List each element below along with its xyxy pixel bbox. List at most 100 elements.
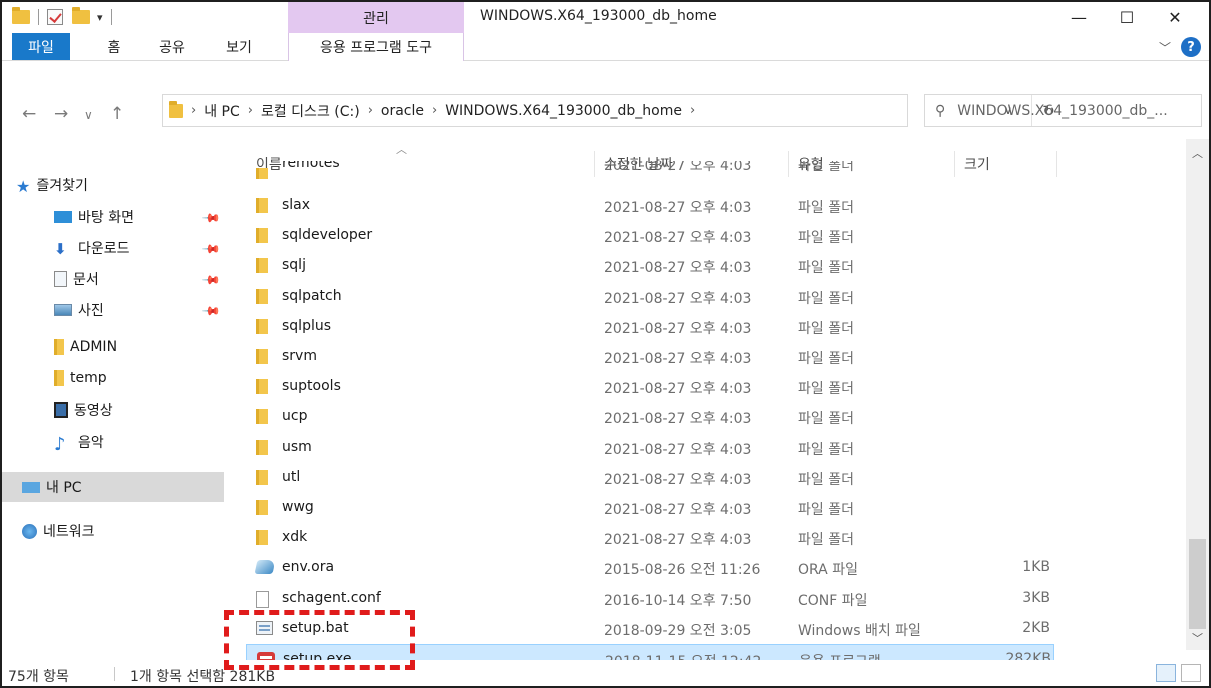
file-type: Windows 배치 파일 [798,622,921,639]
nav-label: 문서 [73,272,99,288]
close-button[interactable]: ✕ [1150,2,1200,33]
table-row[interactable]: remotes 2021-08-27 오후 4:03 파일 폴더 [246,161,1054,179]
file-name: schagent.conf [282,589,381,606]
folder-icon [256,318,272,335]
chevron-right-icon[interactable]: › [368,103,373,118]
folder-icon[interactable] [12,7,30,24]
large-icons-view-icon[interactable] [1181,664,1201,682]
sidebar-item-temp[interactable]: temp [54,363,224,393]
folder-icon [256,530,272,546]
videos-icon [54,402,68,418]
expand-ribbon-icon[interactable]: ﹀ [1159,39,1171,56]
nav-label: 내 PC [46,480,82,496]
folder-icon [256,379,272,395]
sidebar-item-videos[interactable]: 동영상 [54,395,224,425]
nav-this-pc[interactable]: 내 PC [2,472,224,502]
customize-toolbar-icon[interactable]: ▾ [97,11,103,24]
sidebar-item-desktop[interactable]: 바탕 화면 [54,202,224,232]
crumb-local-disk[interactable]: 로컬 디스크 (C:) [261,101,360,121]
nav-label: 바탕 화면 [78,210,134,226]
table-row[interactable]: xdk 2021-08-27 오후 4:03 파일 폴더 [246,523,1054,553]
new-folder-icon[interactable] [72,7,90,24]
forward-arrow-icon[interactable]: → [54,104,68,124]
back-arrow-icon[interactable]: ← [22,104,36,124]
crumb-oracle[interactable]: oracle [381,103,424,119]
file-type: 파일 폴더 [798,351,854,367]
folder-icon [256,288,272,305]
minimize-button[interactable]: — [1054,2,1104,33]
table-row[interactable]: sqlpatch 2021-08-27 오후 4:03 파일 폴더 [246,282,1054,312]
folder-icon [256,228,272,244]
tab-share[interactable]: 공유 [152,33,192,61]
vertical-scrollbar[interactable]: ︿ ﹀ [1186,139,1209,650]
nav-label: 다운로드 [78,241,130,257]
table-row[interactable]: sqlplus 2021-08-27 오후 4:03 파일 폴더 [246,312,1054,342]
file-name: setup.bat [282,619,349,636]
properties-icon[interactable] [47,9,63,25]
table-row[interactable]: sqlj 2021-08-27 오후 4:03 파일 폴더 [246,251,1054,281]
item-count: 75개 항목 [8,669,69,685]
table-row[interactable]: schagent.conf 2016-10-14 오후 7:50 CONF 파일 3K… [246,584,1054,614]
table-row[interactable]: slax 2021-08-27 오후 4:03 파일 폴더 [246,191,1054,221]
table-row[interactable]: sqldeveloper 2021-08-27 오후 4:03 파일 폴더 [246,221,1054,251]
table-row[interactable]: suptools 2021-08-27 오후 4:03 파일 폴더 [246,372,1054,402]
file-date: 2021-08-27 오후 4:03 [604,532,752,549]
scroll-up-icon[interactable]: ︿ [1186,143,1209,163]
details-view-icon[interactable] [1156,664,1176,682]
file-size: 1KB [1022,559,1050,576]
nav-network[interactable]: 네트워크 [2,516,224,546]
chevron-right-icon[interactable]: › [690,103,695,118]
tab-application-tools[interactable]: 응용 프로그램 도구 [288,33,464,61]
search-input[interactable]: ⚲ WINDOWS.X64_193000_db_... [924,94,1202,127]
explorer-window: ▾ 관리 WINDOWS.X64_193000_db_home — ☐ ✕ 파일… [0,0,1211,688]
file-type: 파일 폴더 [798,502,854,518]
file-date: 2015-08-26 오전 11:26 [604,562,761,579]
window-title: WINDOWS.X64_193000_db_home [480,8,717,24]
crumb-db-home[interactable]: WINDOWS.X64_193000_db_home [445,103,682,119]
folder-icon [54,339,64,355]
tab-view[interactable]: 보기 [216,33,262,61]
folder-icon [256,500,272,516]
column-divider[interactable] [1056,151,1057,177]
file-name: ucp [282,408,308,425]
help-icon[interactable]: ? [1181,37,1201,57]
file-date: 2021-08-27 오후 4:03 [604,320,752,337]
table-row[interactable]: utl 2021-08-27 오후 4:03 파일 폴더 [246,463,1054,493]
table-row[interactable]: srvm 2021-08-27 오후 4:03 파일 폴더 [246,342,1054,372]
table-row[interactable]: usm 2021-08-27 오후 4:03 파일 폴더 [246,433,1054,463]
chevron-right-icon[interactable]: › [248,103,253,118]
address-area: ← → ∨ ↑ › 내 PC › 로컬 디스크 (C:) › oracle › … [2,61,1209,139]
folder-icon [256,469,272,486]
file-date: 2021-08-27 오후 4:03 [604,351,752,367]
tab-home[interactable]: 홈 [94,33,134,61]
maximize-button[interactable]: ☐ [1102,2,1152,33]
sidebar-item-documents[interactable]: 문서 [54,264,224,294]
table-row[interactable]: env.ora 2015-08-26 오전 11:26 ORA 파일 1KB [246,553,1054,583]
file-size: 2KB [1022,619,1050,636]
toolbar-divider [110,9,112,25]
table-row[interactable]: setup.bat 2018-09-29 오전 3:05 Windows 배치 파일… [246,614,1054,644]
sidebar-item-downloads[interactable]: ⬇ 다운로드 [54,233,224,263]
chevron-right-icon[interactable]: › [191,103,196,118]
tab-file[interactable]: 파일 [12,33,70,60]
file-type: 파일 폴더 [798,320,854,337]
ribbon-right-controls: ﹀ ? [1159,37,1201,57]
scrollbar-thumb[interactable] [1189,539,1206,629]
crumb-this-pc[interactable]: 내 PC [204,101,240,121]
up-arrow-icon[interactable]: ↑ [110,104,124,124]
title-bar: ▾ 관리 WINDOWS.X64_193000_db_home — ☐ ✕ [2,2,1209,33]
table-row[interactable]: ucp 2021-08-27 오후 4:03 파일 폴더 [246,402,1054,432]
scroll-down-icon[interactable]: ﹀ [1186,628,1209,648]
nav-quick-access[interactable]: ★ 즐겨찾기 [16,170,224,200]
table-row[interactable]: wwg 2021-08-27 오후 4:03 파일 폴더 [246,493,1054,523]
address-bar[interactable]: › 내 PC › 로컬 디스크 (C:) › oracle › WINDOWS.… [162,94,1055,127]
chevron-right-icon[interactable]: › [432,103,437,118]
file-name: utl [282,468,301,485]
sidebar-item-admin[interactable]: ADMIN [54,332,224,362]
recent-locations-icon[interactable]: ∨ [84,108,93,122]
manage-context-tab[interactable]: 관리 [288,2,464,33]
sidebar-item-pictures[interactable]: 사진 [54,295,224,325]
sidebar-item-music[interactable]: ♪ 음악 [54,427,224,457]
quick-access-toolbar: ▾ [12,6,117,28]
file-name: xdk [282,529,308,546]
